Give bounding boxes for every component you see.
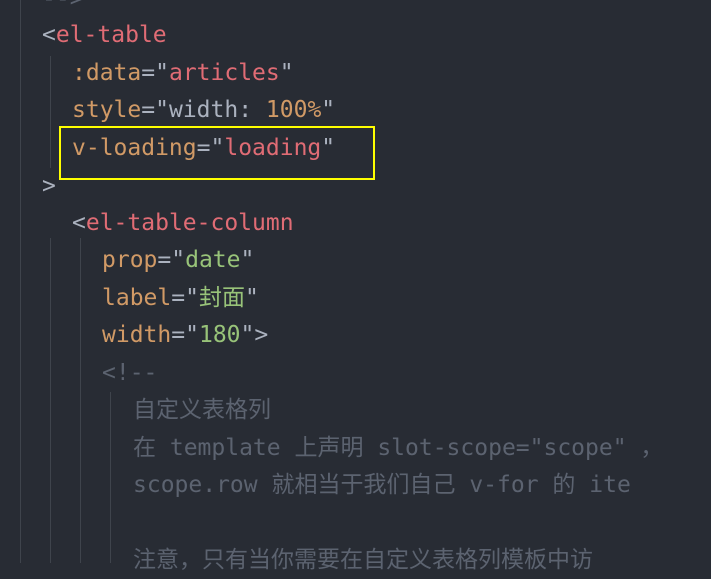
comment-text: 在 template 上声明 slot-scope="scope" ， [133, 435, 664, 461]
code-line[interactable]: :data="articles" [0, 55, 711, 92]
comment-open-token: <!-- [102, 360, 158, 386]
equals-token: = [171, 285, 186, 311]
equals-token: = [157, 247, 172, 273]
code-line[interactable]: width="180"> [0, 317, 711, 354]
code-line-empty[interactable] [0, 505, 711, 542]
attribute-name-token: :data [72, 60, 142, 86]
quote-token: " [185, 322, 199, 348]
attribute-value-token: date [185, 247, 241, 273]
attribute-value-token: 封面 [198, 285, 245, 311]
close-bracket-token: > [254, 322, 269, 348]
code-line[interactable]: scope.row 就相当于我们自己 v-for 的 ite [0, 467, 711, 504]
equals-token: = [141, 60, 156, 86]
tag-name-token: el-table [55, 22, 167, 48]
quote-token: " [171, 247, 186, 273]
css-property-token: width: [168, 97, 266, 123]
attribute-name-token: width [102, 322, 172, 348]
quote-token: " [155, 97, 169, 123]
equals-token: = [171, 322, 186, 348]
quote-token: " [244, 285, 259, 311]
attribute-name-token: style [72, 97, 142, 123]
quote-token: " [185, 285, 199, 311]
code-line[interactable]: <el-table [0, 17, 711, 54]
attribute-value-token: articles [168, 60, 280, 86]
code-line[interactable]: <!-- [0, 355, 711, 392]
quote-token: " [240, 247, 255, 273]
code-line[interactable]: 注意，只有当你需要在自定义表格列模板中访 [0, 542, 711, 579]
quote-token: " [155, 60, 169, 86]
close-bracket-token: > [42, 173, 56, 199]
code-line[interactable]: style="width: 100%" [0, 92, 711, 129]
attribute-name-token: prop [102, 247, 158, 273]
code-line[interactable]: <el-table-column [0, 205, 711, 242]
attribute-value-token: 180 [198, 322, 241, 348]
attribute-name-token: label [102, 285, 172, 311]
quote-token: " [321, 97, 336, 123]
open-bracket-token: < [42, 22, 56, 48]
code-line[interactable]: label="封面" [0, 280, 711, 317]
equals-token: = [141, 97, 156, 123]
comment-close-token: --> [42, 0, 84, 12]
code-line[interactable]: 在 template 上声明 slot-scope="scope" ， [0, 430, 711, 467]
css-value-token: 100% [265, 97, 322, 123]
comment-text: 注意，只有当你需要在自定义表格列模板中访 [133, 547, 593, 573]
code-line[interactable]: > [0, 168, 711, 205]
code-line[interactable]: 自定义表格列 [0, 392, 711, 429]
comment-text: scope.row 就相当于我们自己 v-for 的 ite [133, 472, 631, 498]
code-line[interactable]: prop="date" [0, 242, 711, 279]
quote-token: " [240, 322, 255, 348]
code-editor[interactable]: --> <el-table :data="articles" style="wi… [0, 0, 711, 573]
tag-name-token: el-table-column [85, 210, 294, 236]
code-line[interactable]: --> [0, 0, 711, 18]
quote-token: " [279, 60, 294, 86]
open-bracket-token: < [72, 210, 86, 236]
comment-text: 自定义表格列 [133, 397, 271, 423]
